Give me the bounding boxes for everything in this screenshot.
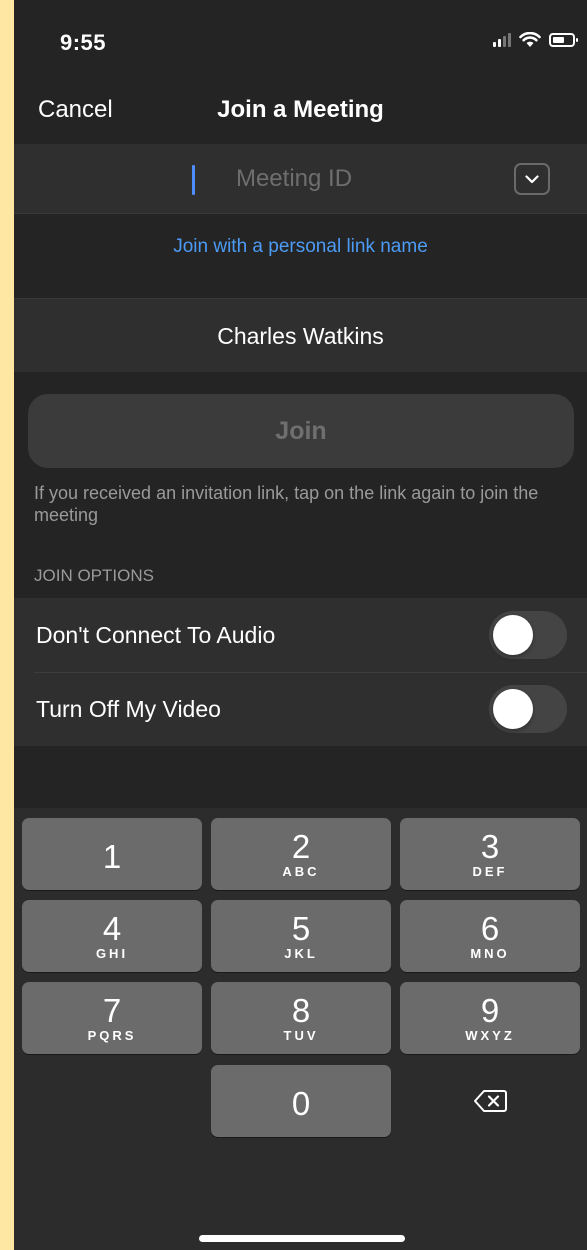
- key-digit: 3: [480, 827, 500, 865]
- phone-screen: 9:55 Cancel Join a Meeting Join with a p…: [14, 0, 587, 1250]
- backspace-button[interactable]: [400, 1065, 580, 1137]
- key-digit: 4: [102, 909, 122, 947]
- join-options-header: JOIN OPTIONS: [34, 566, 154, 585]
- numeric-keypad: 1 2 ABC 3 DEF 4 GHI 5 JKL 6 MNO 7 PQRS 8…: [14, 808, 587, 1250]
- key-1[interactable]: 1: [22, 818, 202, 890]
- key-letters: MNO: [470, 945, 510, 961]
- key-6[interactable]: 6 MNO: [400, 900, 580, 972]
- meeting-history-dropdown-button[interactable]: [514, 163, 550, 195]
- join-options-list: Don't Connect To Audio Turn Off My Video: [14, 598, 587, 746]
- option-row-turn-off-video: Turn Off My Video: [14, 672, 587, 746]
- key-3[interactable]: 3 DEF: [400, 818, 580, 890]
- key-letters: TUV: [283, 1027, 319, 1043]
- key-digit: 1: [102, 838, 122, 875]
- invite-hint-text: If you received an invitation link, tap …: [34, 483, 539, 525]
- key-4[interactable]: 4 GHI: [22, 900, 202, 972]
- chevron-down-icon: [525, 174, 539, 183]
- nav-bar: Cancel Join a Meeting: [14, 80, 587, 144]
- key-digit: 9: [480, 991, 500, 1029]
- home-indicator[interactable]: [199, 1235, 405, 1242]
- key-digit: 6: [480, 909, 500, 947]
- status-bar: 9:55: [14, 0, 587, 80]
- backspace-icon: [474, 1090, 507, 1112]
- status-icons: [493, 32, 578, 48]
- join-button[interactable]: Join: [28, 394, 574, 468]
- key-letters: GHI: [95, 945, 129, 961]
- wifi-icon: [519, 32, 541, 47]
- key-5[interactable]: 5 JKL: [211, 900, 391, 972]
- key-digit: 5: [291, 909, 311, 947]
- dont-connect-audio-toggle[interactable]: [489, 611, 567, 659]
- toggle-knob: [493, 615, 533, 655]
- key-9[interactable]: 9 WXYZ: [400, 982, 580, 1054]
- battery-icon: [549, 33, 578, 47]
- key-digit: 8: [291, 991, 311, 1029]
- key-0[interactable]: 0: [211, 1065, 391, 1137]
- key-letters: PQRS: [87, 1027, 137, 1043]
- cellular-signal-icon: [493, 33, 511, 47]
- key-7[interactable]: 7 PQRS: [22, 982, 202, 1054]
- meeting-id-input[interactable]: [74, 144, 514, 214]
- key-2[interactable]: 2 ABC: [211, 818, 391, 890]
- key-digit: 7: [102, 991, 122, 1029]
- key-8[interactable]: 8 TUV: [211, 982, 391, 1054]
- status-time: 9:55: [60, 30, 107, 55]
- personal-link-name-link[interactable]: Join with a personal link name: [14, 236, 587, 258]
- option-row-dont-connect-audio: Don't Connect To Audio: [14, 598, 587, 672]
- turn-off-video-toggle[interactable]: [489, 685, 567, 733]
- meeting-id-row: [14, 144, 587, 214]
- cancel-button[interactable]: Cancel: [38, 96, 113, 124]
- display-name-input[interactable]: [14, 299, 587, 373]
- key-letters: DEF: [472, 863, 508, 879]
- option-label: Don't Connect To Audio: [36, 622, 276, 648]
- key-digit: 2: [291, 827, 311, 865]
- toggle-knob: [493, 689, 533, 729]
- key-letters: WXYZ: [465, 1027, 515, 1043]
- key-letters: ABC: [282, 863, 320, 879]
- key-letters: JKL: [284, 945, 318, 961]
- name-row: [14, 298, 587, 373]
- key-digit: 0: [291, 1085, 311, 1122]
- option-label: Turn Off My Video: [36, 696, 221, 722]
